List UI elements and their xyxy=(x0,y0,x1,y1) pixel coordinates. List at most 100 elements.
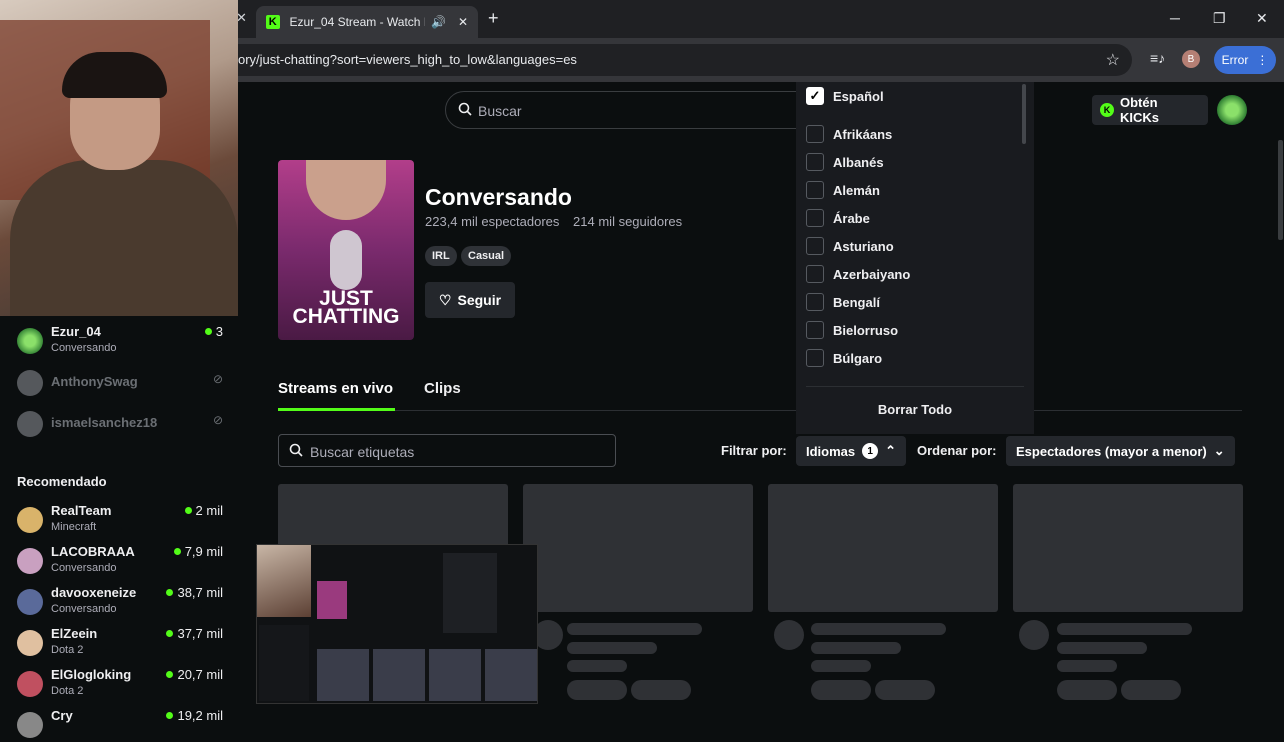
search-icon xyxy=(289,443,303,462)
channel-name: AnthonySwag xyxy=(51,374,138,389)
checkbox-icon[interactable] xyxy=(806,293,824,311)
channel-category: Dota 2 xyxy=(51,685,84,697)
checkbox-icon[interactable] xyxy=(806,209,824,227)
scrollbar[interactable] xyxy=(1022,84,1026,144)
tabs-divider xyxy=(278,410,1242,411)
checkbox-icon[interactable] xyxy=(806,321,824,339)
avatar xyxy=(17,370,43,396)
star-icon[interactable]: ☆ xyxy=(1106,50,1120,70)
sidebar-channel[interactable]: LACOBRAAA Conversando 7,9 mil xyxy=(17,544,233,578)
skeleton-avatar xyxy=(1019,620,1049,650)
live-dot-icon xyxy=(204,328,212,335)
live-dot-icon xyxy=(166,671,174,678)
clear-all-button[interactable]: Borrar Todo xyxy=(796,402,1034,417)
checkbox-icon[interactable] xyxy=(806,181,824,199)
window-close-icon[interactable]: ✕ xyxy=(1256,10,1268,27)
sidebar-channel[interactable]: Ezur_04 Conversando 3 xyxy=(17,324,233,358)
language-option[interactable]: Bielorruso xyxy=(806,319,898,341)
tag-search-input[interactable]: Buscar etiquetas xyxy=(278,434,616,467)
viewer-count: 3 xyxy=(204,324,223,339)
language-option[interactable]: Azerbaiyano xyxy=(806,263,910,285)
close-icon[interactable]: ✕ xyxy=(458,15,468,29)
page-scrollbar[interactable] xyxy=(1278,140,1283,240)
languages-count-badge: 1 xyxy=(862,443,879,459)
skeleton-line xyxy=(567,642,657,654)
sidebar-channel[interactable]: Cry 19,2 mil xyxy=(17,708,233,742)
offline-icon: ⊘ xyxy=(212,372,223,386)
stream-card-placeholder[interactable] xyxy=(1013,484,1243,612)
language-label: Asturiano xyxy=(833,238,894,254)
languages-dropdown[interactable]: Idiomas 1 ⌃ xyxy=(796,436,907,466)
language-option[interactable]: Alemán xyxy=(806,179,880,201)
sidebar-channel[interactable]: ElZeein Dota 2 37,7 mil xyxy=(17,626,233,660)
language-label: Alemán xyxy=(833,182,880,198)
sidebar-channel[interactable]: ElGlogloking Dota 2 20,7 mil xyxy=(17,667,233,701)
skeleton-pill xyxy=(811,680,871,700)
sidebar-channel[interactable]: davooxeneize Conversando 38,7 mil xyxy=(17,585,233,619)
sidebar-channel[interactable]: RealTeam Minecraft 2 mil xyxy=(17,503,233,537)
media-control-icon[interactable]: ≡♪ xyxy=(1150,50,1165,66)
language-label: Afrikáans xyxy=(833,126,893,142)
viewer-count: 2 mil xyxy=(184,503,223,518)
language-option[interactable]: Afrikáans xyxy=(806,123,892,145)
language-option[interactable]: ✓ Español xyxy=(806,85,884,107)
live-dot-icon xyxy=(184,507,192,514)
minimize-icon[interactable]: ─ xyxy=(1170,10,1180,26)
cover-text: JUST CHATTING xyxy=(292,287,400,328)
search-input[interactable]: Buscar xyxy=(445,91,815,129)
language-option[interactable]: Albanés xyxy=(806,151,884,173)
channel-name: ismaelsanchez18 xyxy=(51,415,158,430)
skeleton-pill xyxy=(631,680,691,700)
tab-live-streams[interactable]: Streams en vivo xyxy=(278,380,393,397)
browser-tab[interactable]: K Ezur_04 Stream - Watch Liv 🔊 ✕ xyxy=(256,6,478,38)
skeleton-line xyxy=(811,623,946,635)
follow-button[interactable]: ♡ Seguir xyxy=(425,282,515,318)
language-label: Español xyxy=(833,88,884,104)
viewer-count: 37,7 mil xyxy=(166,626,223,641)
language-option[interactable]: Bengalí xyxy=(806,291,880,313)
language-option[interactable]: Asturiano xyxy=(806,235,894,257)
category-tag[interactable]: Casual xyxy=(461,246,512,266)
user-avatar[interactable] xyxy=(1217,95,1247,125)
skeleton-pill xyxy=(1121,680,1181,700)
checkbox-icon[interactable] xyxy=(806,349,824,367)
url-field[interactable]: ory/just-chatting?sort=viewers_high_to_l… xyxy=(220,44,1132,76)
category-tag[interactable]: IRL xyxy=(425,246,457,266)
avatar xyxy=(17,589,43,615)
error-button[interactable]: Error ⋮ xyxy=(1214,46,1276,74)
checkbox-icon[interactable] xyxy=(806,237,824,255)
viewer-count: 20,7 mil xyxy=(166,667,223,682)
sort-dropdown[interactable]: Espectadores (mayor a menor) ⌄ xyxy=(1006,436,1235,466)
checkbox-icon[interactable] xyxy=(806,265,824,283)
profile-avatar[interactable]: B xyxy=(1182,50,1200,68)
new-tab-icon[interactable]: + xyxy=(488,8,499,29)
maximize-icon[interactable]: ❐ xyxy=(1213,10,1226,27)
get-kicks-button[interactable]: K Obtén KICKs xyxy=(1092,95,1208,125)
filter-label: Filtrar por: xyxy=(721,443,787,458)
speaker-icon[interactable]: 🔊 xyxy=(431,15,446,29)
skeleton-avatar xyxy=(774,620,804,650)
live-dot-icon xyxy=(166,589,174,596)
followers-count: 214 mil seguidores xyxy=(573,214,683,229)
kicks-icon: K xyxy=(1100,103,1114,117)
checkbox-checked-icon[interactable]: ✓ xyxy=(806,87,824,105)
heart-icon: ♡ xyxy=(438,291,452,308)
kick-favicon-icon: K xyxy=(266,15,280,29)
channel-category: Dota 2 xyxy=(51,644,84,656)
skeleton-line xyxy=(1057,660,1117,672)
url-text: ory/just-chatting?sort=viewers_high_to_l… xyxy=(238,52,577,67)
skeleton-line xyxy=(1057,623,1192,635)
avatar xyxy=(17,411,43,437)
language-option[interactable]: Búlgaro xyxy=(806,347,882,369)
language-option[interactable]: Árabe xyxy=(806,207,870,229)
stream-card-placeholder[interactable] xyxy=(768,484,998,612)
checkbox-icon[interactable] xyxy=(806,125,824,143)
skeleton-pill xyxy=(1057,680,1117,700)
sidebar: Ezur_04 Conversando 3 AnthonySwag ⊘ isma… xyxy=(0,316,238,738)
stream-card-placeholder[interactable] xyxy=(523,484,753,612)
sidebar-channel[interactable]: AnthonySwag ⊘ xyxy=(17,366,233,400)
skeleton-pill xyxy=(567,680,627,700)
tab-clips[interactable]: Clips xyxy=(424,380,461,397)
checkbox-icon[interactable] xyxy=(806,153,824,171)
sidebar-channel[interactable]: ismaelsanchez18 ⊘ xyxy=(17,407,233,441)
